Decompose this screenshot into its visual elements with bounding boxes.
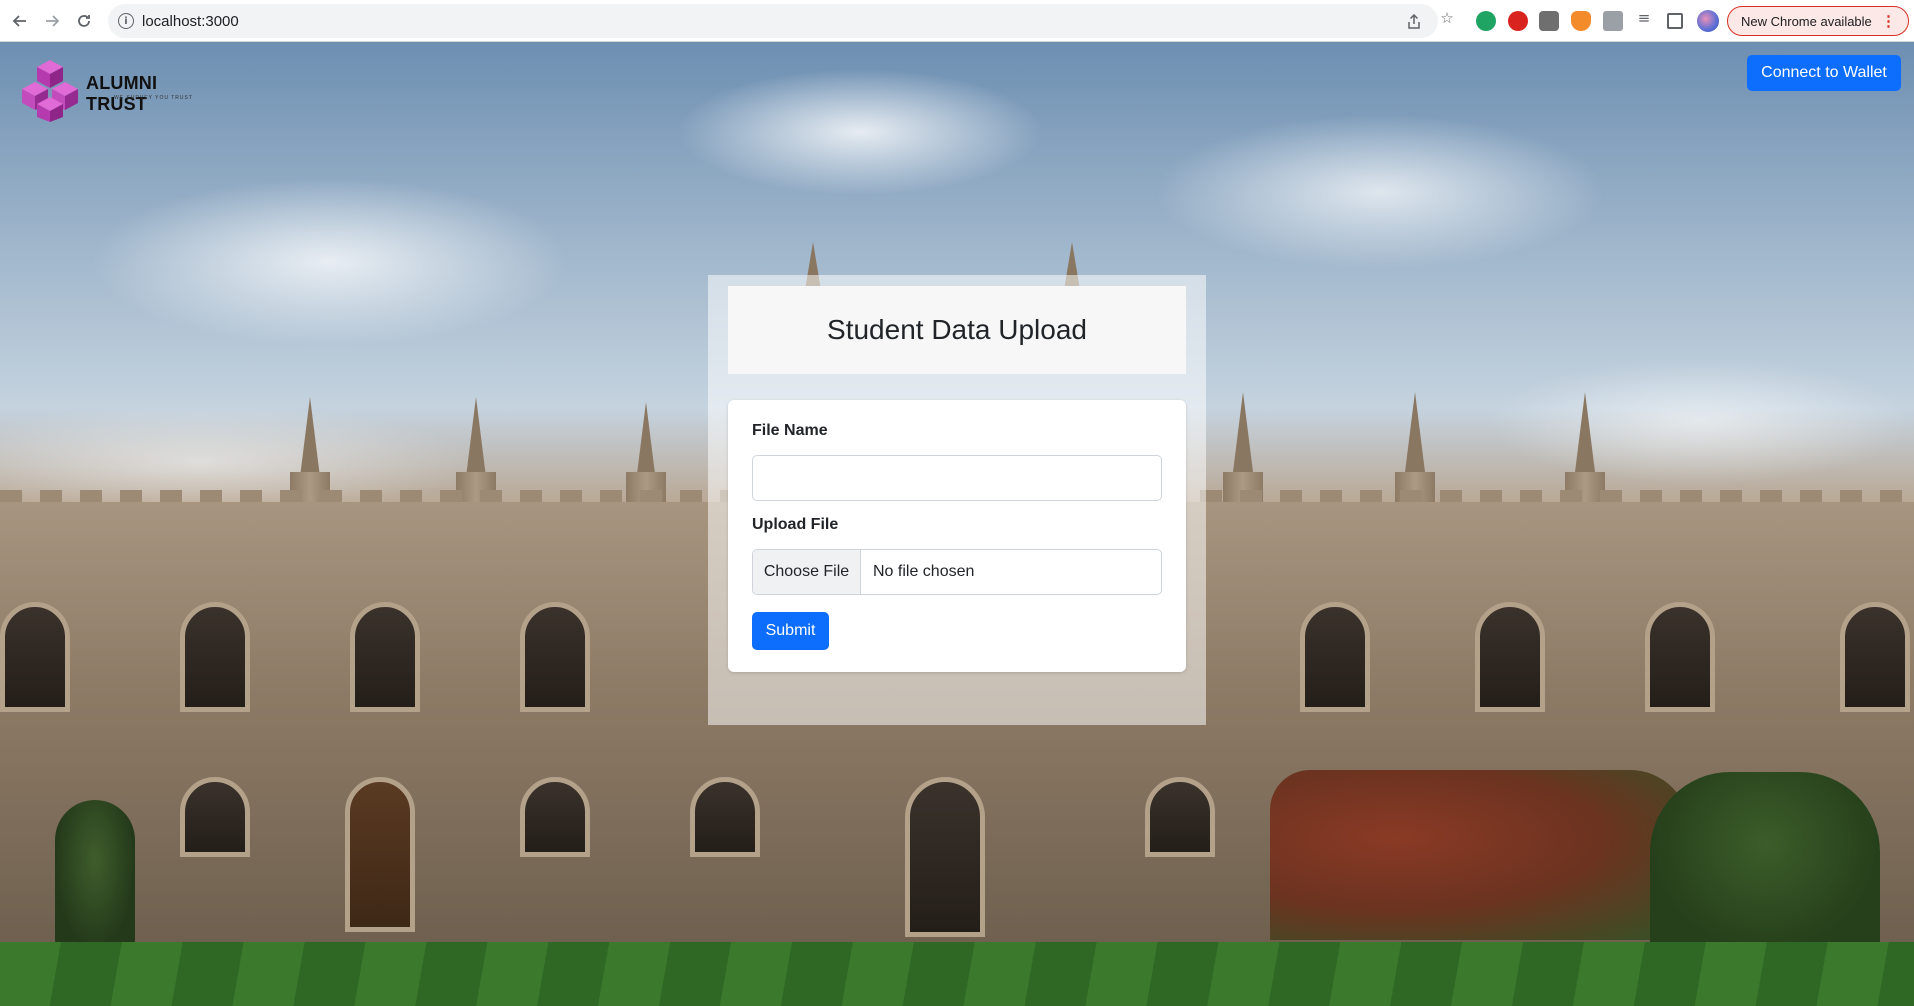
spire	[636, 402, 656, 482]
window	[350, 602, 420, 712]
site-info-icon[interactable]: i	[118, 13, 134, 29]
file-name-label: File Name	[752, 422, 828, 439]
ivy	[1270, 770, 1690, 940]
update-label: New Chrome available	[1741, 13, 1872, 29]
main-doorway	[905, 777, 985, 937]
upload-form: File Name Upload File Choose File No fil…	[728, 400, 1186, 672]
submit-button[interactable]: Submit	[752, 612, 829, 650]
window	[1475, 602, 1545, 712]
window	[520, 602, 590, 712]
spire	[300, 397, 320, 477]
file-status-text: No file chosen	[873, 563, 975, 580]
chrome-update-button[interactable]: New Chrome available ⋮	[1727, 6, 1909, 36]
window	[180, 777, 250, 857]
bookmark-star-icon[interactable]: ☆	[1438, 9, 1456, 27]
cube-logo-icon	[22, 60, 78, 122]
page-title: Student Data Upload	[827, 314, 1087, 345]
tree	[55, 800, 135, 950]
connect-wallet-button[interactable]: Connect to Wallet	[1747, 55, 1901, 91]
url-text: localhost:3000	[142, 13, 239, 30]
lawn	[0, 942, 1914, 1006]
back-icon[interactable]	[8, 9, 32, 33]
window	[1300, 602, 1370, 712]
browser-toolbar: i localhost:3000 ☆ ≡ New Chrome availabl…	[0, 0, 1914, 42]
door	[345, 777, 415, 932]
spire	[1233, 392, 1253, 472]
share-icon[interactable]	[1405, 13, 1423, 31]
tree	[1650, 772, 1880, 952]
spire	[1405, 392, 1425, 472]
window	[1145, 777, 1215, 857]
file-input[interactable]: Choose File No file chosen	[752, 549, 1162, 595]
address-bar[interactable]: i localhost:3000	[108, 4, 1438, 38]
window	[690, 777, 760, 857]
brand-logo[interactable]: ALUMNI TRUST WE SURVEY YOU TRUST	[20, 60, 220, 124]
page-background: ALUMNI TRUST WE SURVEY YOU TRUST Connect…	[0, 42, 1914, 1006]
title-card: Student Data Upload	[728, 286, 1186, 374]
extension-icon[interactable]	[1539, 11, 1559, 31]
side-panel-icon[interactable]	[1667, 13, 1683, 29]
adblock-extension-icon[interactable]	[1508, 11, 1528, 31]
window	[520, 777, 590, 857]
profile-avatar[interactable]	[1697, 10, 1719, 32]
brand-name: ALUMNI TRUST	[86, 73, 158, 114]
window	[1840, 602, 1910, 712]
forward-icon[interactable]	[40, 9, 64, 33]
file-name-input[interactable]	[752, 455, 1162, 501]
window	[0, 602, 70, 712]
brand-tagline: WE SURVEY YOU TRUST	[114, 95, 193, 101]
choose-file-button[interactable]: Choose File	[753, 550, 861, 594]
puzzle-extensions-icon[interactable]	[1603, 11, 1623, 31]
reload-icon[interactable]	[72, 9, 96, 33]
window	[1645, 602, 1715, 712]
upload-file-label: Upload File	[752, 516, 839, 533]
reading-list-icon[interactable]: ≡	[1635, 9, 1653, 27]
spire	[466, 397, 486, 477]
window	[180, 602, 250, 712]
upload-panel: Student Data Upload File Name Upload Fil…	[708, 275, 1206, 725]
menu-dots-icon[interactable]: ⋮	[1881, 12, 1896, 30]
grammarly-extension-icon[interactable]	[1476, 11, 1496, 31]
metamask-fox-icon[interactable]	[1571, 11, 1591, 31]
spire	[1575, 392, 1595, 472]
